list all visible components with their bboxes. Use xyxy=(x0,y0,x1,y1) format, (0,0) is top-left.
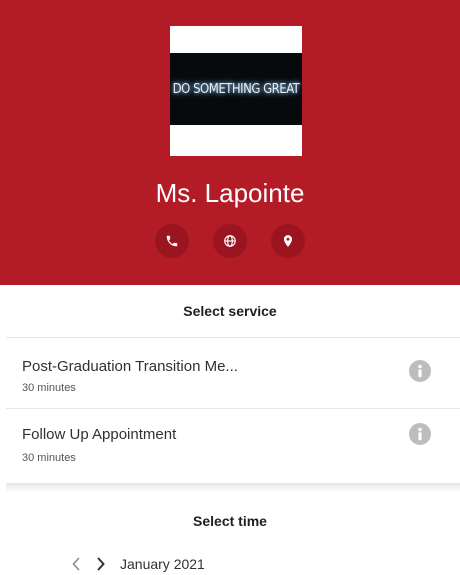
service-duration: 30 minutes xyxy=(22,382,76,394)
previous-month-button[interactable] xyxy=(72,557,82,571)
globe-icon xyxy=(224,235,236,247)
service-info-button[interactable] xyxy=(409,360,431,382)
service-name: Follow Up Appointment xyxy=(22,426,177,443)
contact-actions xyxy=(0,224,460,258)
provider-logo: DO SOMETHING GREAT xyxy=(170,26,302,156)
current-month-label: January 2021 xyxy=(120,556,205,572)
website-button[interactable] xyxy=(213,224,247,258)
service-item-post-graduation[interactable]: Post-Graduation Transition Me... 30 minu… xyxy=(0,338,460,408)
calendar-navigation: January 2021 xyxy=(72,555,205,573)
service-duration: 30 minutes xyxy=(22,452,76,464)
info-icon xyxy=(418,364,422,378)
phone-button[interactable] xyxy=(155,224,189,258)
select-time-heading: Select time xyxy=(193,513,267,529)
chevron-left-icon xyxy=(72,557,80,571)
provider-header: DO SOMETHING GREAT Ms. Lapointe xyxy=(0,0,460,285)
next-month-button[interactable] xyxy=(96,557,106,571)
service-name: Post-Graduation Transition Me... xyxy=(22,358,238,375)
select-service-heading: Select service xyxy=(183,303,277,319)
phone-icon xyxy=(166,235,178,247)
location-button[interactable] xyxy=(271,224,305,258)
provider-name: Ms. Lapointe xyxy=(155,178,305,208)
service-item-follow-up[interactable]: Follow Up Appointment 30 minutes xyxy=(0,409,460,479)
info-icon xyxy=(418,427,422,441)
neon-sign-image: DO SOMETHING GREAT xyxy=(170,53,302,125)
location-pin-icon xyxy=(283,235,293,247)
service-info-button[interactable] xyxy=(409,423,431,445)
chevron-right-icon xyxy=(97,557,105,571)
section-separator xyxy=(6,483,460,493)
logo-text: DO SOMETHING GREAT xyxy=(172,81,300,97)
